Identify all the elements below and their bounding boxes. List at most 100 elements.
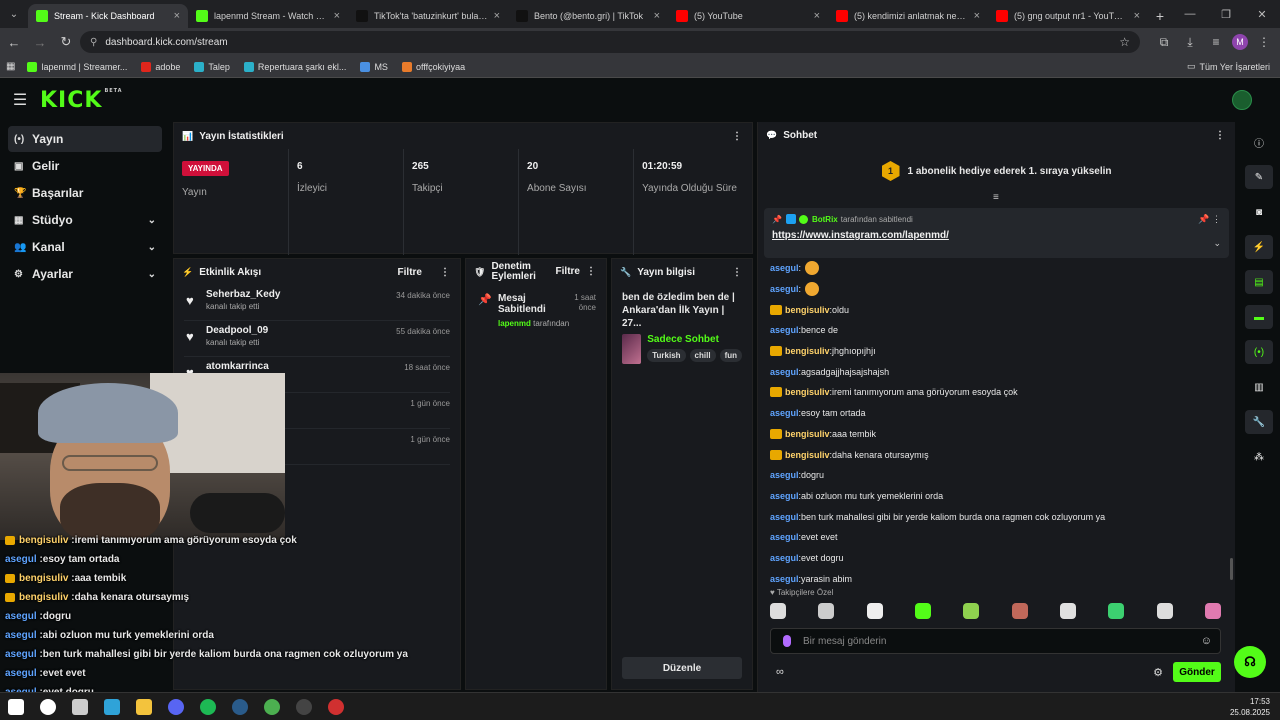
category-thumbnail[interactable] (622, 334, 642, 364)
broadcast-icon[interactable]: (•) (1245, 340, 1273, 364)
sidebar-item[interactable]: 🏆 Başarılar (8, 180, 162, 206)
chat-username[interactable]: asegul (770, 491, 799, 501)
new-tab-icon[interactable]: + (1148, 4, 1172, 28)
chat-username[interactable]: bengisuliv (785, 429, 830, 439)
chat-settings-icon[interactable]: ⚙ (1153, 666, 1163, 679)
emote-picker-icon[interactable] (770, 603, 786, 619)
chrome-icon[interactable] (256, 693, 288, 720)
activity-menu-icon[interactable]: ⋮ (440, 267, 450, 278)
chat-username[interactable]: bengisuliv (785, 450, 830, 460)
chat-input[interactable]: Bir mesaj gönderin ☺ (770, 628, 1221, 654)
emote-picker-icon[interactable] (914, 603, 931, 619)
tab-close-icon[interactable]: × (974, 10, 980, 22)
all-bookmarks[interactable]: ▭ Tüm Yer İşaretleri (1187, 61, 1270, 72)
gift-leaderboard-banner[interactable]: 1 1 abonelik hediye ederek 1. sıraya yük… (758, 156, 1235, 186)
reading-list-icon[interactable]: ≡ (1206, 35, 1226, 49)
profile-avatar[interactable]: M (1232, 34, 1248, 50)
edge-icon[interactable] (96, 693, 128, 720)
emote-picker-icon[interactable] (866, 603, 883, 619)
chat-username[interactable]: bengisuliv (785, 387, 830, 397)
stream-tag[interactable]: fun (719, 349, 742, 362)
chat-scrollbar[interactable] (1230, 558, 1233, 580)
chat-username[interactable]: bengisuliv (785, 346, 830, 356)
points-infinity-icon[interactable]: ∞ (776, 666, 784, 678)
app-icon[interactable] (320, 693, 352, 720)
category-name[interactable]: Sadece Sohbet (647, 334, 742, 345)
pinned-link[interactable]: https://www.instagram.com/lapenmd/ (772, 230, 1221, 241)
file-explorer-icon[interactable] (128, 693, 160, 720)
chevron-down-icon[interactable]: ⌄ (148, 215, 156, 226)
reload-icon[interactable]: ↻ (54, 30, 78, 54)
expand-pinned-icon[interactable]: ⌄ (1213, 238, 1221, 249)
chat-username[interactable]: bengisuliv (785, 305, 830, 315)
chat-username[interactable]: asegul (770, 470, 799, 480)
list-icon[interactable]: ▤ (1245, 270, 1273, 294)
download-icon[interactable]: ⤓ (1180, 35, 1200, 50)
browser-tab[interactable]: Bento (@bento.gri) | TikTok × (508, 4, 668, 28)
emote-picker-icon[interactable] (963, 603, 980, 619)
browser-tab[interactable]: (5) gng output nr1 - YouTube × (988, 4, 1148, 28)
unpin-icon[interactable]: 📌 ⋮ (1198, 214, 1221, 225)
send-button[interactable]: Gönder (1173, 662, 1221, 682)
info-icon[interactable]: ⓘ (1245, 130, 1273, 154)
emoji-icon[interactable]: ☺ (1201, 635, 1212, 647)
browser-tab[interactable]: (5) kendimizi anlatmak neden b × (828, 4, 988, 28)
bookmark-item[interactable]: MS (360, 61, 388, 72)
user-avatar[interactable] (1232, 90, 1252, 110)
tab-close-icon[interactable]: × (174, 10, 180, 22)
bookmark-star-icon[interactable]: ☆ (1119, 35, 1130, 49)
spotify-icon[interactable] (192, 693, 224, 720)
extensions-icon[interactable]: ⧉ (1154, 35, 1174, 50)
sidebar-item[interactable]: ⚙ Ayarlar ⌄ (8, 261, 162, 287)
pinned-author[interactable]: BotRix (812, 215, 838, 224)
lightning-icon[interactable]: ⚡ (1245, 235, 1273, 259)
browser-tab[interactable]: Stream - Kick Dashboard × (28, 4, 188, 28)
sidebar-item[interactable]: ▣ Gelir (8, 153, 162, 179)
emote-picker-icon[interactable] (1156, 603, 1173, 619)
chevron-down-icon[interactable]: ⌄ (148, 269, 156, 280)
kick-logo[interactable]: KICK BETA (40, 88, 123, 113)
sidebar-item[interactable]: ▦ Stüdyo ⌄ (8, 207, 162, 233)
search-icon[interactable] (32, 693, 64, 720)
tab-search-icon[interactable]: ⌄ (0, 0, 28, 28)
chat-username[interactable]: asegul (770, 574, 799, 584)
edit-button[interactable]: Düzenle (622, 657, 742, 679)
wrench-tool-icon[interactable]: 🔧 (1245, 410, 1273, 434)
tab-close-icon[interactable]: × (654, 10, 660, 22)
stats-menu-icon[interactable]: ⋮ (732, 131, 742, 142)
bookmark-item[interactable]: lapenmd | Streamer... (27, 61, 127, 72)
emote-picker-icon[interactable] (1011, 603, 1028, 619)
bookmark-item[interactable]: Talep (194, 61, 230, 72)
windows-start-icon[interactable] (0, 693, 32, 720)
system-clock[interactable]: 17:53 25.08.2025 (1230, 696, 1270, 718)
browser-tab[interactable]: lapenmd Stream - Watch Live o × (188, 4, 348, 28)
discord-icon[interactable] (160, 693, 192, 720)
chat-username[interactable]: asegul (770, 367, 799, 377)
forward-icon[interactable]: → (28, 30, 52, 54)
stream-tag[interactable]: Turkish (647, 349, 686, 362)
tab-close-icon[interactable]: × (814, 10, 820, 22)
collapse-handle-icon[interactable]: ≡ (993, 192, 999, 203)
chat-username[interactable]: asegul (770, 263, 799, 273)
tab-close-icon[interactable]: × (494, 10, 500, 22)
bookmark-item[interactable]: offfçokiyiyaa (401, 61, 465, 72)
nodes-icon[interactable]: ⁂ (1245, 445, 1273, 469)
chat-menu-icon[interactable]: ⋮ (1215, 130, 1225, 141)
activity-filter-button[interactable]: Filtre (398, 267, 422, 278)
stream-tag[interactable]: chill (689, 349, 716, 362)
chat-username[interactable]: asegul (770, 408, 799, 418)
emote-picker-icon[interactable] (1204, 603, 1221, 619)
apps-grid-icon[interactable]: ▦ (6, 61, 15, 72)
browser-tab[interactable]: TikTok'ta 'batuzinkurt' bulabili × (348, 4, 508, 28)
emote-picker-icon[interactable] (818, 603, 835, 619)
close-window-icon[interactable]: ✕ (1244, 0, 1280, 28)
chat-username[interactable]: asegul (770, 532, 799, 542)
chat-username[interactable]: asegul (770, 284, 799, 294)
stack-icon[interactable]: ▥ (1245, 375, 1273, 399)
url-input[interactable]: ⚲ dashboard.kick.com/stream ☆ (80, 31, 1140, 53)
tab-close-icon[interactable]: × (1134, 10, 1140, 22)
hamburger-menu-icon[interactable]: ☰ (0, 90, 40, 110)
emote-picker-icon[interactable] (1108, 603, 1125, 619)
moderation-menu-icon[interactable]: ⋮ (586, 267, 596, 277)
stream-info-menu-icon[interactable]: ⋮ (732, 267, 742, 278)
